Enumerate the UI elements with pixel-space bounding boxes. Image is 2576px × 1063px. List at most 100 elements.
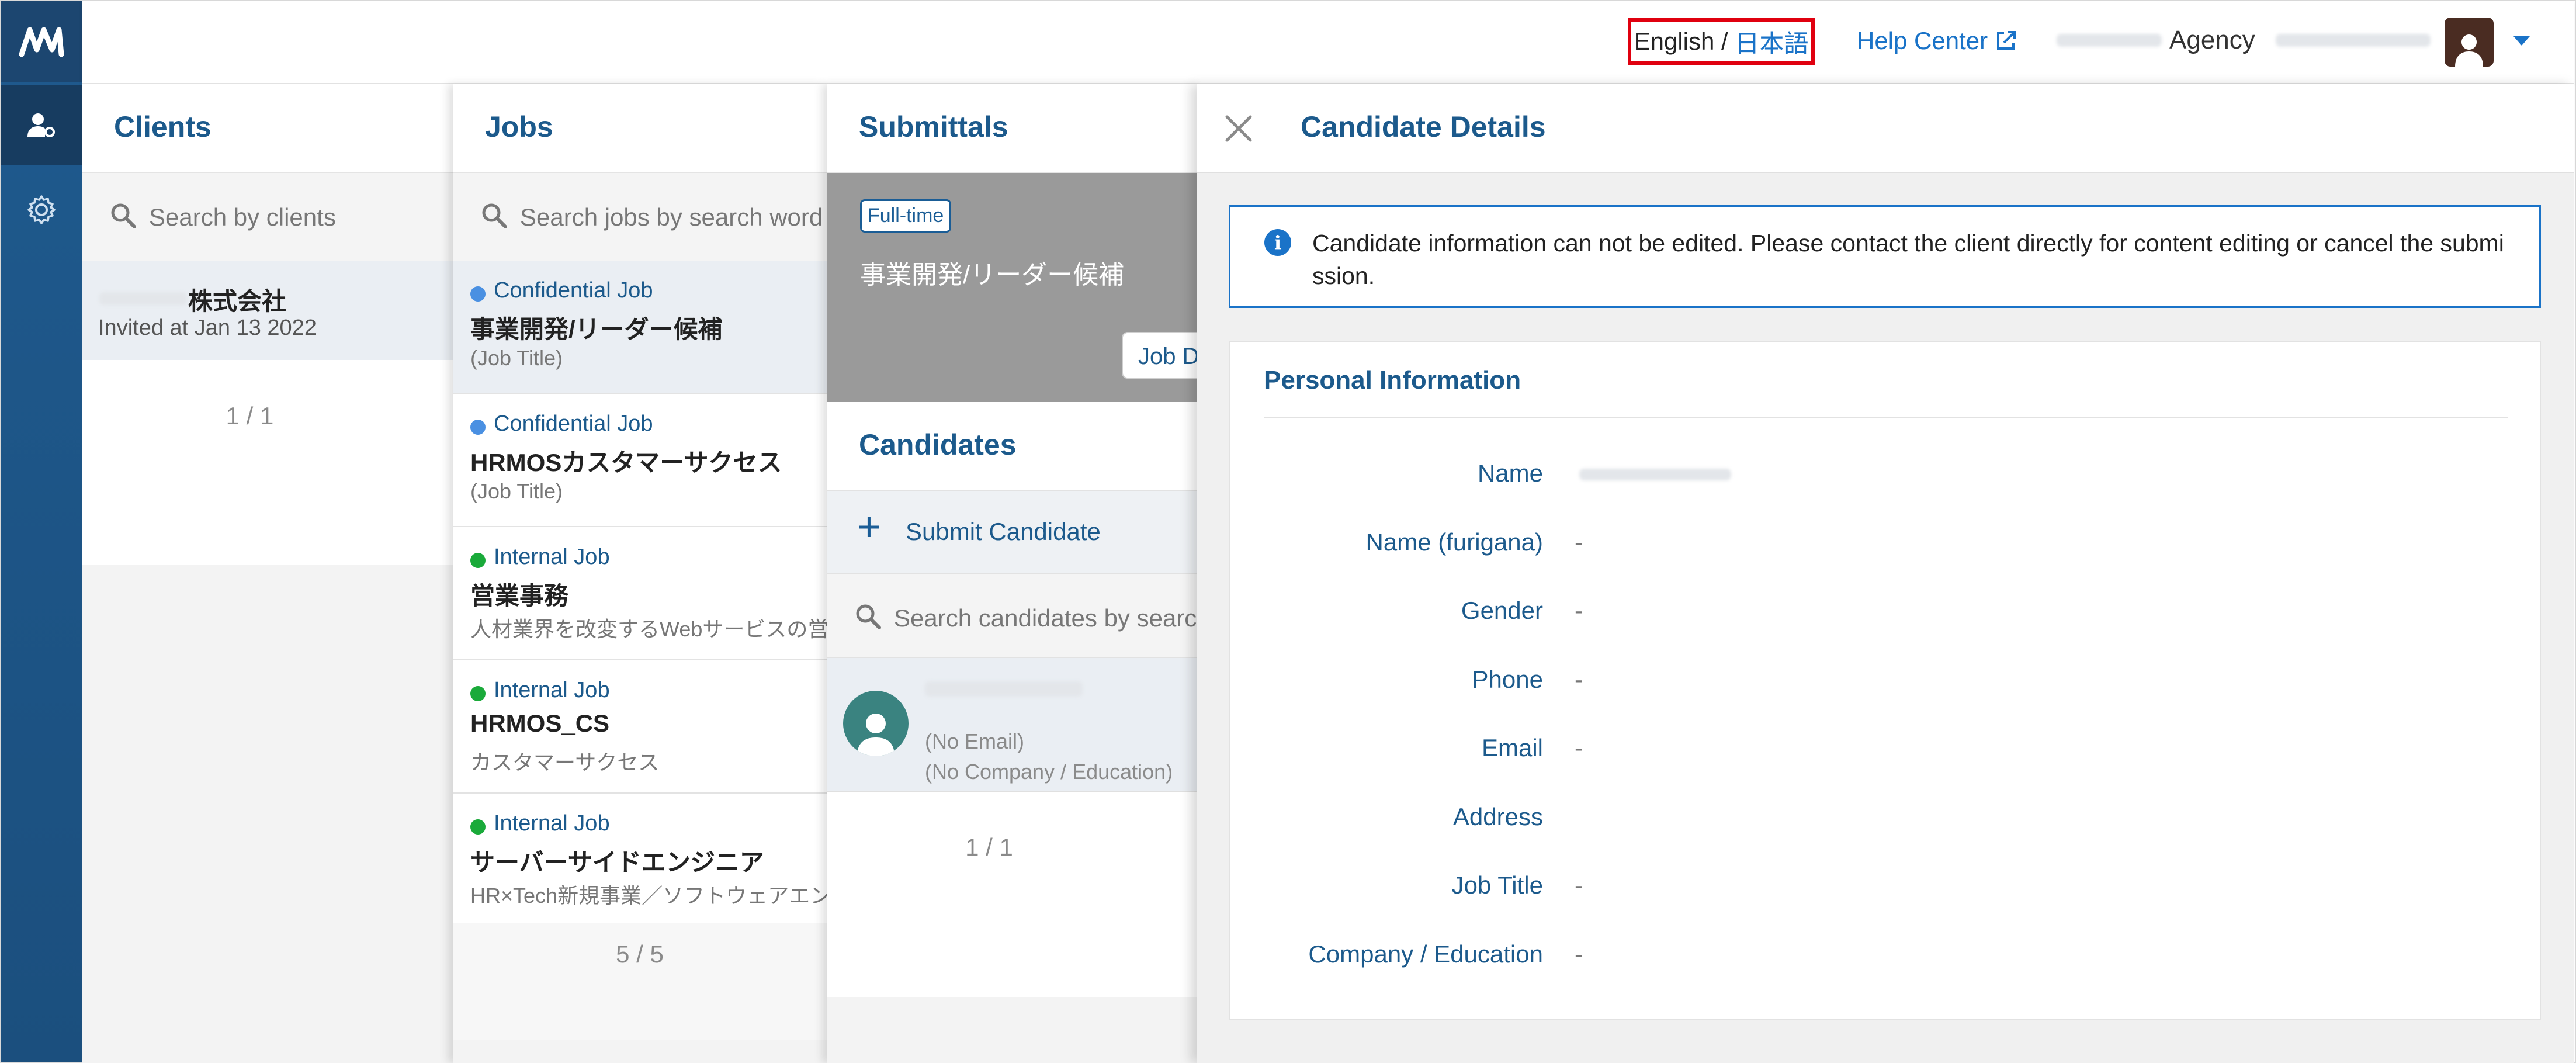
- clients-title: Clients: [114, 110, 212, 143]
- agency-name-redacted: [2057, 34, 2162, 47]
- field-label: Address: [1452, 802, 1543, 830]
- candidates-list-footer: 1 / 1: [827, 792, 1201, 997]
- clients-search[interactable]: Search by clients: [82, 173, 453, 262]
- submit-candidate-button[interactable]: + Submit Candidate: [827, 491, 1201, 574]
- details-header: Candidate Details: [1197, 84, 2574, 173]
- job-item[interactable]: Confidential Job 事業開発/リーダー候補 (Job Title): [453, 261, 827, 394]
- field-row: Gender -: [1230, 597, 2540, 632]
- candidate-name-redacted: [925, 681, 1083, 697]
- job-item[interactable]: Internal Job 営業事務人材業界を改変するWebサービスの営業事務: [453, 527, 827, 660]
- job-type-dot: [470, 286, 486, 302]
- job-subtitle: カスタマーサクセス: [470, 750, 660, 774]
- job-type: Internal Job: [494, 678, 610, 702]
- search-icon: [856, 604, 881, 629]
- field-value: -: [1575, 528, 1583, 556]
- clients-search-placeholder: Search by clients: [149, 203, 336, 231]
- client-row[interactable]: 株式会社 Invited at Jan 13 2022: [82, 261, 453, 361]
- info-notice: i Candidate information can not be edite…: [1229, 205, 2541, 308]
- field-label: Phone: [1472, 665, 1543, 693]
- submit-candidate-label: Submit Candidate: [906, 518, 1101, 545]
- info-icon: i: [1264, 229, 1291, 256]
- agency-label: Agency: [2169, 26, 2255, 54]
- candidate-email: (No Email): [925, 729, 1025, 753]
- submittal-job-title: 事業開発/リーダー候補: [860, 261, 1125, 289]
- field-label: Gender: [1461, 597, 1543, 624]
- logo-icon[interactable]: [1, 1, 82, 82]
- user-settings-icon[interactable]: [1, 85, 82, 165]
- client-name: 株式会社: [188, 288, 287, 315]
- field-row: Job Title -: [1230, 871, 2540, 906]
- client-name-redacted: [99, 292, 187, 305]
- plus-icon: +: [857, 504, 881, 549]
- clients-header: Clients: [82, 84, 453, 173]
- job-type: Internal Job: [494, 811, 610, 836]
- search-icon: [482, 203, 507, 228]
- job-details-button[interactable]: Job Details: [1122, 332, 1201, 379]
- jobs-pager: 5 / 5: [616, 940, 664, 968]
- job-subtitle: 人材業界を改変するWebサービスの営業事務: [470, 617, 827, 641]
- help-center-link[interactable]: Help Center: [1857, 27, 2017, 55]
- job-title: 営業事務: [470, 582, 569, 610]
- candidate-company: (No Company / Education): [925, 760, 1173, 784]
- field-value: -: [1575, 734, 1583, 761]
- candidate-details-panel: Candidate Details i Candidate informatio…: [1197, 84, 2574, 1063]
- account-dropdown-caret[interactable]: [2513, 36, 2530, 46]
- job-type: Confidential Job: [494, 278, 653, 303]
- job-title: HRMOSカスタマーサクセス: [470, 449, 782, 476]
- lang-japanese[interactable]: 日本語: [1735, 24, 1808, 60]
- candidates-search[interactable]: Search candidates by search word: [827, 574, 1201, 658]
- job-type: Internal Job: [494, 545, 610, 569]
- external-link-icon: [1997, 31, 2016, 50]
- job-item[interactable]: Confidential Job HRMOSカスタマーサクセス (Job Title…: [453, 394, 827, 527]
- lang-english[interactable]: English: [1634, 27, 1715, 56]
- job-title: サーバーサイドエンジニア: [470, 849, 764, 876]
- gear-icon[interactable]: [1, 169, 82, 250]
- help-center-label: Help Center: [1857, 27, 1988, 54]
- language-switcher[interactable]: English / 日本語: [1628, 18, 1815, 65]
- field-label: Name (furigana): [1365, 528, 1543, 556]
- jobs-panel: Jobs Search jobs by search word Confiden…: [453, 84, 827, 1063]
- job-type-dot: [470, 553, 486, 568]
- submittals-header: Submittals: [827, 84, 1201, 173]
- field-row: Phone -: [1230, 666, 2540, 701]
- job-subtitle: (Job Title): [470, 479, 563, 503]
- field-label: Name: [1477, 459, 1543, 487]
- field-value: -: [1575, 871, 1583, 899]
- field-row: Address: [1230, 803, 2540, 838]
- candidates-pager: 1 / 1: [965, 833, 1013, 861]
- field-value: -: [1575, 940, 1583, 968]
- field-row: Name (furigana) -: [1230, 528, 2540, 563]
- jobs-title: Jobs: [485, 110, 553, 143]
- field-row: Name: [1230, 459, 2540, 494]
- job-item[interactable]: Internal Job HRMOS_CS カスタマーサクセス: [453, 660, 827, 794]
- personal-information-card: Personal Information Name Name (furigana)…: [1229, 341, 2541, 1020]
- job-subtitle: (Job Title): [470, 346, 563, 370]
- job-subtitle: HR×Tech新規事業／ソフトウェアエンジニア: [470, 884, 827, 908]
- field-label: Company / Education: [1308, 940, 1543, 968]
- submittal-job-card[interactable]: Full-time 事業開発/リーダー候補 Job Details: [827, 173, 1201, 402]
- candidates-search-placeholder: Search candidates by search word: [894, 604, 1201, 632]
- field-row: Company / Education -: [1230, 940, 2540, 975]
- submittals-panel: Submittals Full-time 事業開発/リーダー候補 Job Det…: [827, 84, 1201, 1063]
- candidates-title: Candidates: [859, 428, 1017, 461]
- candidate-row[interactable]: (No Email) (No Company / Education): [827, 658, 1201, 792]
- field-label: Job Title: [1451, 871, 1543, 899]
- jobs-search[interactable]: Search jobs by search word: [453, 173, 827, 262]
- job-type-dot: [470, 420, 486, 435]
- field-label: Email: [1481, 734, 1543, 761]
- section-divider: [1264, 417, 2508, 418]
- jobs-search-placeholder: Search jobs by search word: [520, 203, 823, 231]
- search-icon: [111, 203, 136, 228]
- field-value: -: [1575, 665, 1583, 693]
- details-title: Candidate Details: [1301, 110, 1546, 143]
- name-value-redacted: [1579, 469, 1731, 480]
- close-icon[interactable]: [1222, 112, 1255, 145]
- job-type-dot: [470, 819, 486, 835]
- job-item[interactable]: Internal Job サーバーサイドエンジニア HR×Tech新規事業／ソフトウ…: [453, 794, 827, 927]
- job-type-dot: [470, 686, 486, 701]
- jobs-header: Jobs: [453, 84, 827, 173]
- lang-separator: /: [1721, 27, 1728, 55]
- candidates-header: Candidates: [827, 402, 1201, 491]
- jobs-list-footer: 5 / 5: [453, 923, 827, 1040]
- avatar-icon[interactable]: [2445, 18, 2494, 67]
